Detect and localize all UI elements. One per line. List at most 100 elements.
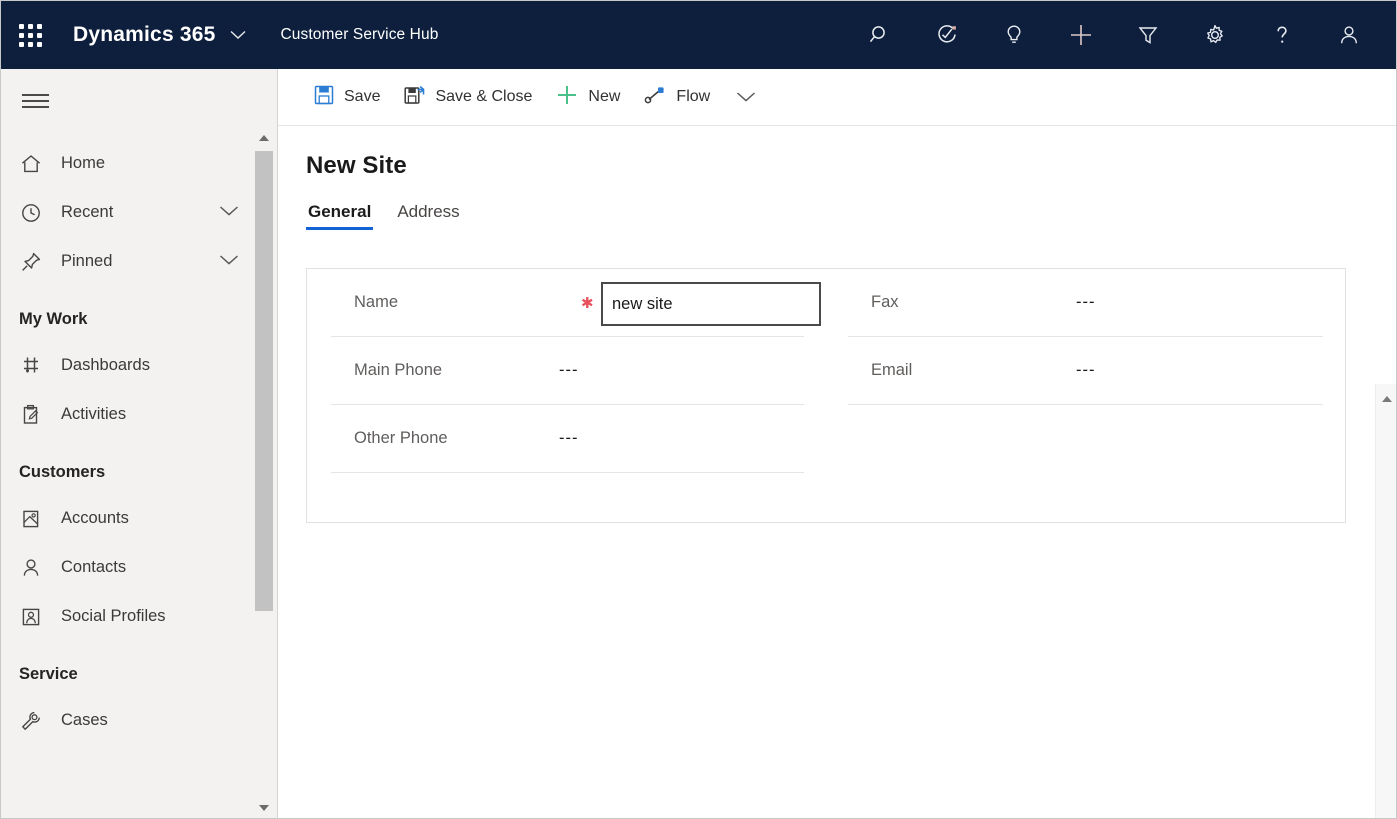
save-close-icon xyxy=(404,85,425,110)
sidebar-item-home[interactable]: Home xyxy=(1,139,277,188)
sidebar-group-title-service: Service xyxy=(1,641,277,696)
sidebar-item-label: Home xyxy=(61,154,105,173)
field-row-fax[interactable]: Fax --- xyxy=(848,269,1323,337)
app-name-label[interactable]: Customer Service Hub xyxy=(281,26,439,44)
sidebar-item-dashboards[interactable]: Dashboards xyxy=(1,341,277,390)
waffle-grid xyxy=(19,24,42,47)
dashboard-icon xyxy=(19,354,49,378)
chevron-down-icon[interactable] xyxy=(219,204,239,222)
sidebar-item-contacts[interactable]: Contacts xyxy=(1,543,277,592)
sidebar-scrollbar-thumb[interactable] xyxy=(255,151,273,611)
field-value-fax[interactable]: --- xyxy=(1076,293,1095,312)
content-scrollbar[interactable] xyxy=(1375,384,1397,819)
user-person-icon[interactable] xyxy=(1315,1,1382,69)
plus-icon xyxy=(556,84,578,111)
social-profile-icon xyxy=(19,605,49,629)
field-row-email[interactable]: Email --- xyxy=(848,337,1323,405)
brand-dynamics-365[interactable]: Dynamics 365 xyxy=(73,23,246,47)
top-navigation-bar: Dynamics 365 Customer Service Hub xyxy=(1,1,1397,69)
sidebar-item-label: Pinned xyxy=(61,252,112,271)
help-question-icon[interactable] xyxy=(1248,1,1315,69)
field-row-main-phone[interactable]: Main Phone --- xyxy=(331,337,804,405)
field-label-main-phone: Main Phone xyxy=(331,361,531,380)
flow-icon xyxy=(644,85,666,110)
pin-icon xyxy=(19,250,49,274)
tab-general[interactable]: General xyxy=(306,202,373,230)
tab-general-label: General xyxy=(308,202,371,221)
accounts-icon xyxy=(19,507,49,531)
sidebar-primary-list: Home Recent Pinned My Wo xyxy=(1,129,277,745)
name-input-wrapper xyxy=(601,282,821,326)
save-and-close-button[interactable]: Save & Close xyxy=(392,77,544,117)
scroll-down-arrow-icon[interactable] xyxy=(255,799,273,817)
chevron-down-icon[interactable] xyxy=(219,253,239,271)
new-button[interactable]: New xyxy=(544,77,632,117)
save-button-label: Save xyxy=(344,88,380,106)
field-label-fax: Fax xyxy=(848,293,1048,312)
new-button-label: New xyxy=(588,88,620,106)
field-row-name: Name ✱ xyxy=(331,269,804,337)
field-value-other-phone[interactable]: --- xyxy=(559,429,578,448)
content-scrollbar-thumb[interactable] xyxy=(1376,414,1397,819)
field-row-other-phone[interactable]: Other Phone --- xyxy=(331,405,804,473)
sidebar-item-label: Dashboards xyxy=(61,356,150,375)
name-input[interactable] xyxy=(601,282,821,326)
command-bar: Save Save & Close New Flow xyxy=(278,69,1397,126)
sidebar-item-accounts[interactable]: Accounts xyxy=(1,494,277,543)
contact-person-icon xyxy=(19,556,49,580)
general-tab-form-card: Name ✱ Main Phone --- Other Phone --- xyxy=(306,268,1346,523)
sidebar-item-label: Accounts xyxy=(61,509,129,528)
plus-icon[interactable] xyxy=(1047,1,1114,69)
field-value-main-phone[interactable]: --- xyxy=(559,361,578,380)
sidebar-item-label: Cases xyxy=(61,711,108,730)
sitemap-sidebar: Home Recent Pinned My Wo xyxy=(1,69,278,819)
scroll-up-arrow-icon[interactable] xyxy=(1376,390,1397,408)
clock-icon xyxy=(19,201,49,225)
scroll-up-arrow-icon[interactable] xyxy=(255,129,273,147)
sidebar-item-label: Activities xyxy=(61,405,126,424)
form-column-right: Fax --- Email --- xyxy=(826,269,1345,522)
sidebar-item-label: Contacts xyxy=(61,558,126,577)
field-value-email[interactable]: --- xyxy=(1076,361,1095,380)
home-icon xyxy=(19,152,49,176)
field-label-email: Email xyxy=(848,361,1048,380)
sidebar-group-title-my-work: My Work xyxy=(1,286,277,341)
brand-label: Dynamics 365 xyxy=(73,23,216,47)
gear-icon[interactable] xyxy=(1181,1,1248,69)
sidebar-item-pinned[interactable]: Pinned xyxy=(1,237,277,286)
flow-button-label: Flow xyxy=(676,88,710,106)
sidebar-item-label: Recent xyxy=(61,203,113,222)
flow-button[interactable]: Flow xyxy=(632,77,722,117)
activities-clipboard-icon xyxy=(19,403,49,427)
sidebar-item-label: Social Profiles xyxy=(61,607,166,626)
assistant-check-icon[interactable] xyxy=(913,1,980,69)
save-floppy-icon xyxy=(314,85,334,110)
form-column-left: Name ✱ Main Phone --- Other Phone --- xyxy=(307,269,826,522)
lightbulb-icon[interactable] xyxy=(980,1,1047,69)
form-tabs: General Address xyxy=(278,180,1397,230)
field-label-other-phone: Other Phone xyxy=(331,429,531,448)
app-launcher-icon[interactable] xyxy=(1,1,59,69)
tab-address-label: Address xyxy=(397,202,459,221)
search-icon[interactable] xyxy=(846,1,913,69)
page-title: New Site xyxy=(278,126,1397,180)
hamburger-menu-icon[interactable] xyxy=(7,73,63,129)
case-wrench-icon xyxy=(19,709,49,733)
sidebar-group-title-customers: Customers xyxy=(1,439,277,494)
sidebar-item-activities[interactable]: Activities xyxy=(1,390,277,439)
sidebar-scrollbar[interactable] xyxy=(255,129,273,817)
filter-funnel-icon[interactable] xyxy=(1114,1,1181,69)
sidebar-item-recent[interactable]: Recent xyxy=(1,188,277,237)
more-commands-chevron-icon[interactable] xyxy=(722,77,770,117)
required-marker: ✱ xyxy=(581,294,594,312)
field-label-name: Name xyxy=(331,293,531,312)
save-and-close-button-label: Save & Close xyxy=(435,88,532,106)
top-nav-icon-group xyxy=(846,1,1397,69)
chevron-down-icon[interactable] xyxy=(230,27,246,44)
tab-address[interactable]: Address xyxy=(395,202,461,230)
dynamics-365-window: Dynamics 365 Customer Service Hub xyxy=(0,0,1397,819)
form-content-area: New Site General Address Name ✱ Main xyxy=(278,126,1397,819)
sidebar-item-social-profiles[interactable]: Social Profiles xyxy=(1,592,277,641)
sidebar-item-cases[interactable]: Cases xyxy=(1,696,277,745)
save-button[interactable]: Save xyxy=(302,77,392,117)
